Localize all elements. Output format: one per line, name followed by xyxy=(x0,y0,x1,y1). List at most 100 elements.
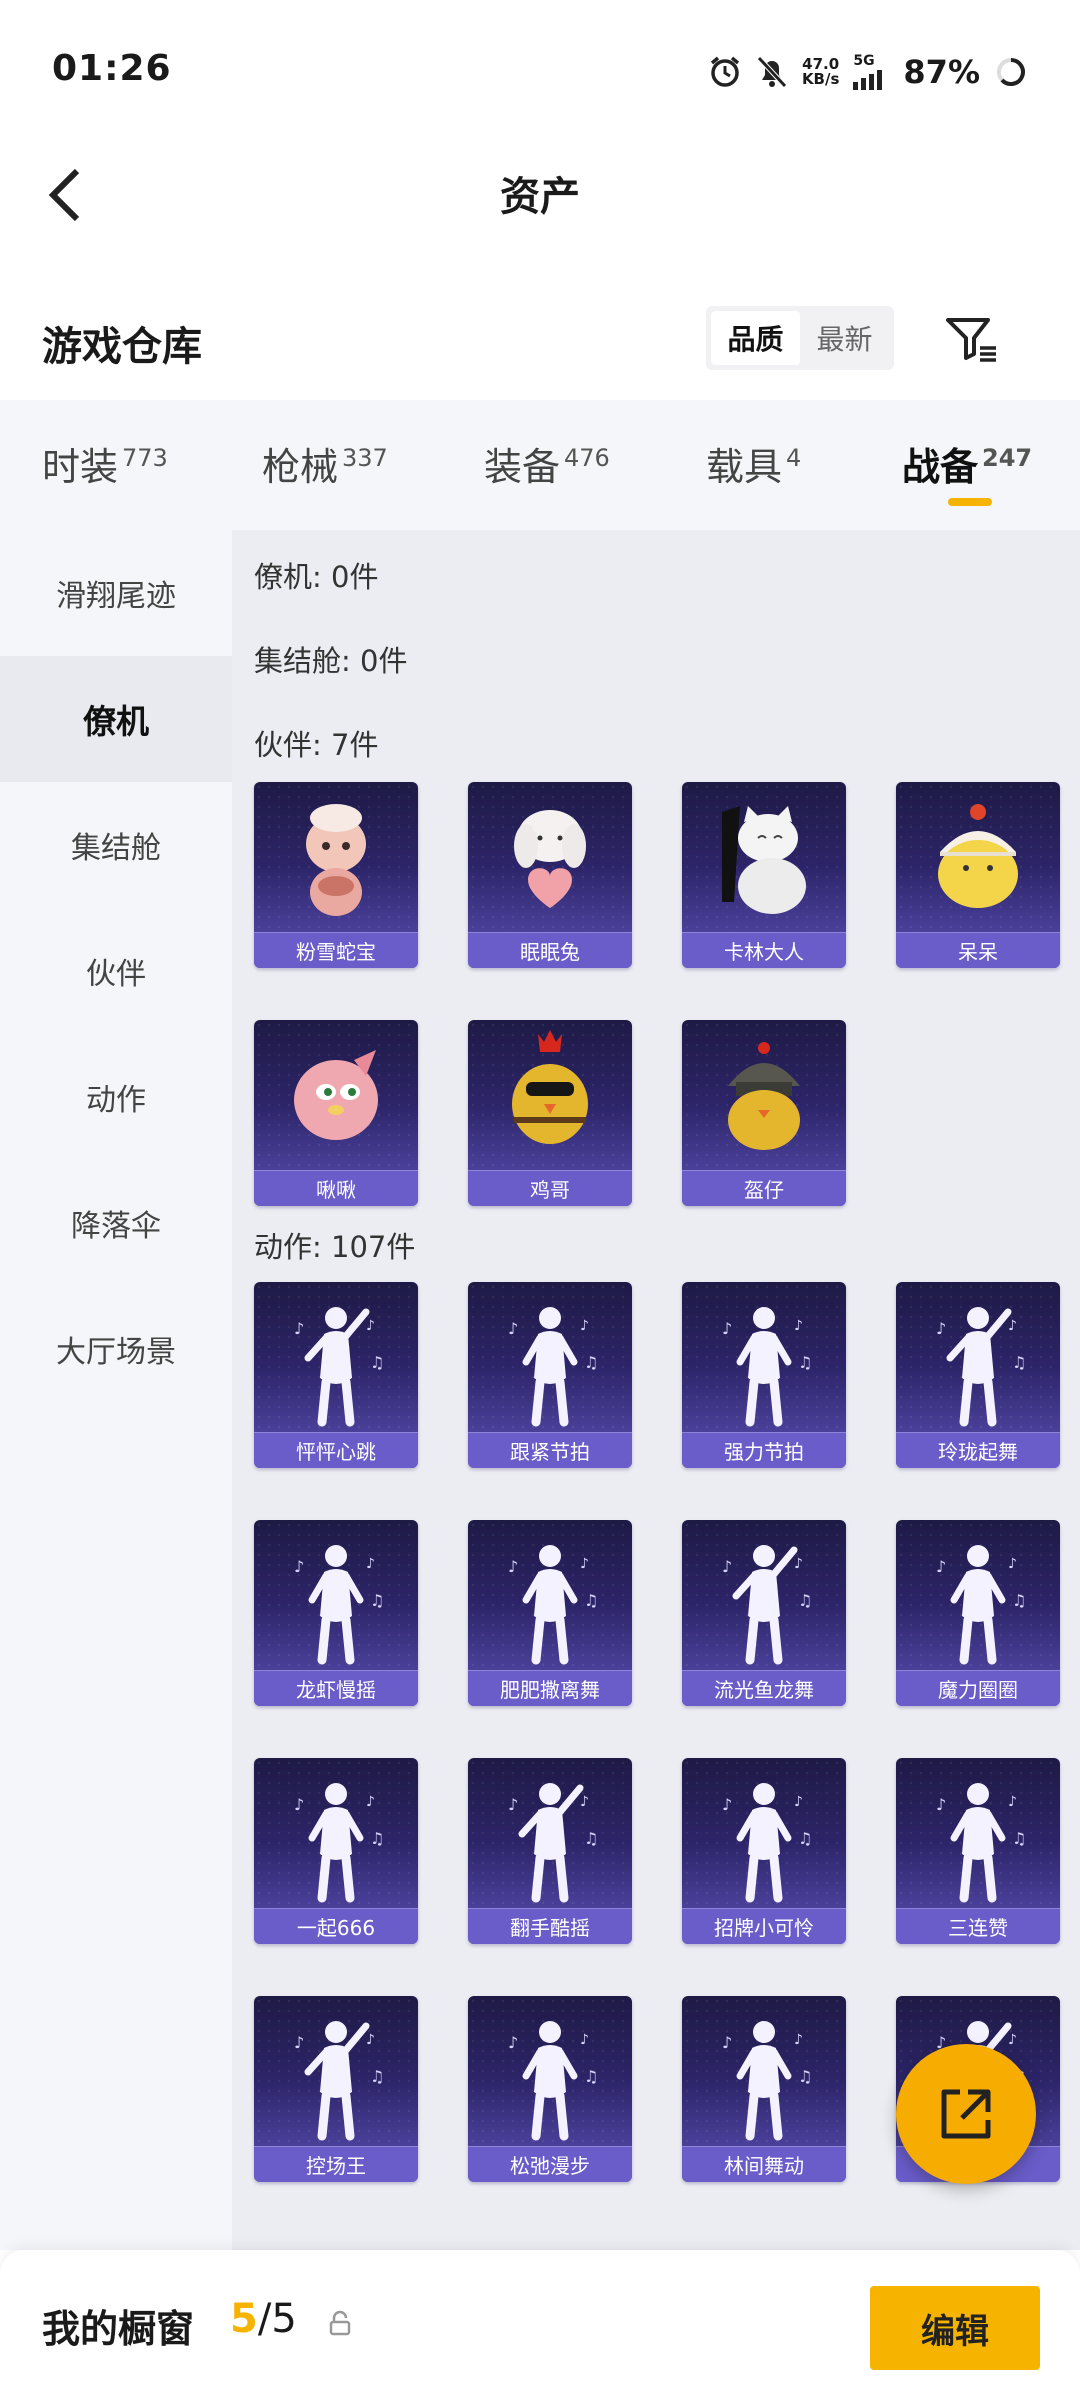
emote-card[interactable]: ♪ ♫ ♪ 强力节拍 xyxy=(682,1282,846,1468)
partner-card[interactable]: 啾啾 xyxy=(254,1020,418,1206)
tab-guns[interactable]: 枪械 337 xyxy=(262,436,388,491)
svg-text:♪: ♪ xyxy=(508,1795,518,1814)
status-bar: 01:26 47.0 KB/s 5G 87% xyxy=(0,0,1080,140)
emote-card[interactable]: ♪ ♫ ♪ 控场王 xyxy=(254,1996,418,2182)
emote-name: 翻手酷摇 xyxy=(468,1908,632,1944)
sidebar-item-emote[interactable]: 动作 xyxy=(0,1034,232,1160)
signal-icon xyxy=(853,70,883,90)
svg-text:♪: ♪ xyxy=(294,1319,304,1338)
svg-text:♪: ♪ xyxy=(794,1556,803,1572)
svg-text:♪: ♪ xyxy=(936,1319,946,1338)
emote-card[interactable]: ♪ ♫ ♪ 魔力圈圈 xyxy=(896,1520,1060,1706)
tab-label: 战备 xyxy=(902,445,979,489)
dancer-silhouette-icon: ♪ ♫ ♪ xyxy=(936,1545,1026,1665)
emote-card[interactable]: ♪ ♫ ♪ 肥肥撒离舞 xyxy=(468,1520,632,1706)
sidebar-item-partner[interactable]: 伙伴 xyxy=(0,908,232,1034)
page-title: 资产 xyxy=(500,174,580,220)
sort-newest[interactable]: 最新 xyxy=(800,311,889,365)
sidebar-item-wingman[interactable]: 僚机 xyxy=(0,656,232,782)
svg-text:♪: ♪ xyxy=(366,2032,375,2048)
emote-card[interactable]: ♪ ♫ ♪ 怦怦心跳 xyxy=(254,1282,418,1468)
emote-card[interactable]: ♪ ♫ ♪ 跟紧节拍 xyxy=(468,1282,632,1468)
svg-text:♪: ♪ xyxy=(294,1557,304,1576)
svg-text:♪: ♪ xyxy=(294,2033,304,2052)
dancer-silhouette-icon: ♪ ♫ ♪ xyxy=(722,1307,812,1427)
net-speed-unit: KB/s xyxy=(801,70,840,88)
svg-text:♪: ♪ xyxy=(722,1795,732,1814)
tab-label: 载具 xyxy=(706,445,783,489)
emote-card[interactable]: ♪ ♫ ♪ 翻手酷摇 xyxy=(468,1758,632,1944)
emote-name: 一起666 xyxy=(254,1908,418,1944)
svg-text:♫: ♫ xyxy=(370,1353,384,1372)
emote-name: 招牌小可怜 xyxy=(682,1908,846,1944)
svg-text:♪: ♪ xyxy=(508,2033,518,2052)
emote-card[interactable]: ♪ ♫ ♪ 招牌小可怜 xyxy=(682,1758,846,1944)
svg-text:♪: ♪ xyxy=(1008,1556,1017,1572)
svg-text:♪: ♪ xyxy=(794,2032,803,2048)
dancer-silhouette-icon: ♪ ♫ ♪ xyxy=(508,2021,598,2141)
sidebar-item-lobby-scene[interactable]: 大厅场景 xyxy=(0,1286,232,1412)
tab-equipment[interactable]: 装备 476 xyxy=(484,436,610,491)
sidebar-item-parachute[interactable]: 降落伞 xyxy=(0,1160,232,1286)
tab-vehicles[interactable]: 载具 4 xyxy=(706,436,801,491)
dancer-silhouette-icon: ♪ ♫ ♪ xyxy=(936,1783,1026,1903)
svg-text:♫: ♫ xyxy=(584,1353,598,1372)
svg-text:♫: ♫ xyxy=(370,2067,384,2086)
tab-count: 247 xyxy=(982,444,1033,472)
category-tabs: 时装 773 枪械 337 装备 476 载具 4 战备 247 xyxy=(0,400,1080,530)
svg-text:♪: ♪ xyxy=(936,1795,946,1814)
partner-card[interactable]: 卡林大人 xyxy=(682,782,846,968)
partner-card[interactable]: 粉雪蛇宝 xyxy=(254,782,418,968)
emote-name: 流光鱼龙舞 xyxy=(682,1670,846,1706)
partner-card[interactable]: 眠眠兔 xyxy=(468,782,632,968)
emote-card[interactable]: ♪ ♫ ♪ 林间舞动 xyxy=(682,1996,846,2182)
svg-text:♫: ♫ xyxy=(1012,1353,1026,1372)
dancer-silhouette-icon: ♪ ♫ ♪ xyxy=(294,1783,384,1903)
edit-button[interactable]: 编辑 xyxy=(870,2286,1040,2370)
sidebar: 滑翔尾迹 僚机 集结舱 伙伴 动作 降落伞 大厅场景 xyxy=(0,530,232,2250)
tab-combat-prep[interactable]: 战备 247 xyxy=(902,436,1032,491)
partner-figure-icon xyxy=(938,804,1018,908)
emote-name: 肥肥撒离舞 xyxy=(468,1670,632,1706)
sidebar-item-capsule[interactable]: 集结舱 xyxy=(0,782,232,908)
partner-card[interactable]: 盔仔 xyxy=(682,1020,846,1206)
emote-name: 龙虾慢摇 xyxy=(254,1670,418,1706)
filter-icon xyxy=(946,318,996,362)
svg-text:♫: ♫ xyxy=(370,1829,384,1848)
emote-card[interactable]: ♪ ♫ ♪ 玲珑起舞 xyxy=(896,1282,1060,1468)
partner-name: 啾啾 xyxy=(254,1170,418,1206)
share-button[interactable] xyxy=(896,2044,1036,2184)
partner-card[interactable]: 鸡哥 xyxy=(468,1020,632,1206)
tab-count: 4 xyxy=(786,444,802,472)
tab-label: 枪械 xyxy=(262,445,339,489)
partner-card[interactable]: 呆呆 xyxy=(896,782,1060,968)
tab-fashion[interactable]: 时装 773 xyxy=(42,436,168,491)
svg-text:♪: ♪ xyxy=(580,2032,589,2048)
warehouse-title: 游戏仓库 xyxy=(42,324,202,370)
emote-card[interactable]: ♪ ♫ ♪ 三连赞 xyxy=(896,1758,1060,1944)
sort-quality[interactable]: 品质 xyxy=(711,311,800,365)
svg-text:♪: ♪ xyxy=(722,2033,732,2052)
emote-name: 强力节拍 xyxy=(682,1432,846,1468)
emote-card[interactable]: ♪ ♫ ♪ 龙虾慢摇 xyxy=(254,1520,418,1706)
status-icons: 47.0 KB/s 5G 87% xyxy=(708,50,1028,94)
svg-text:♫: ♫ xyxy=(798,1353,812,1372)
svg-text:♪: ♪ xyxy=(580,1794,589,1810)
dancer-silhouette-icon: ♪ ♫ ♪ xyxy=(508,1545,598,1665)
sidebar-item-glide-trail[interactable]: 滑翔尾迹 xyxy=(0,530,232,656)
emote-card[interactable]: ♪ ♫ ♪ 流光鱼龙舞 xyxy=(682,1520,846,1706)
partner-name: 呆呆 xyxy=(896,932,1060,968)
partner-name: 粉雪蛇宝 xyxy=(254,932,418,968)
emote-card[interactable]: ♪ ♫ ♪ 松弛漫步 xyxy=(468,1996,632,2182)
emote-card[interactable]: ♪ ♫ ♪ 一起666 xyxy=(254,1758,418,1944)
battery-icon xyxy=(997,58,1025,86)
dancer-silhouette-icon: ♪ ♫ ♪ xyxy=(294,1307,384,1427)
svg-text:♪: ♪ xyxy=(294,1795,304,1814)
svg-text:♫: ♫ xyxy=(584,2067,598,2086)
content-panel: 僚机: 0件 集结舱: 0件 伙伴: 7件 粉雪蛇宝 眠眠兔 卡林大人 呆呆 啾… xyxy=(232,530,1080,2250)
filter-button[interactable] xyxy=(942,310,1000,368)
sort-toggle: 品质 最新 xyxy=(706,306,894,370)
partner-figure-icon xyxy=(294,1050,378,1140)
emote-name: 松弛漫步 xyxy=(468,2146,632,2182)
dancer-silhouette-icon: ♪ ♫ ♪ xyxy=(722,2021,812,2141)
